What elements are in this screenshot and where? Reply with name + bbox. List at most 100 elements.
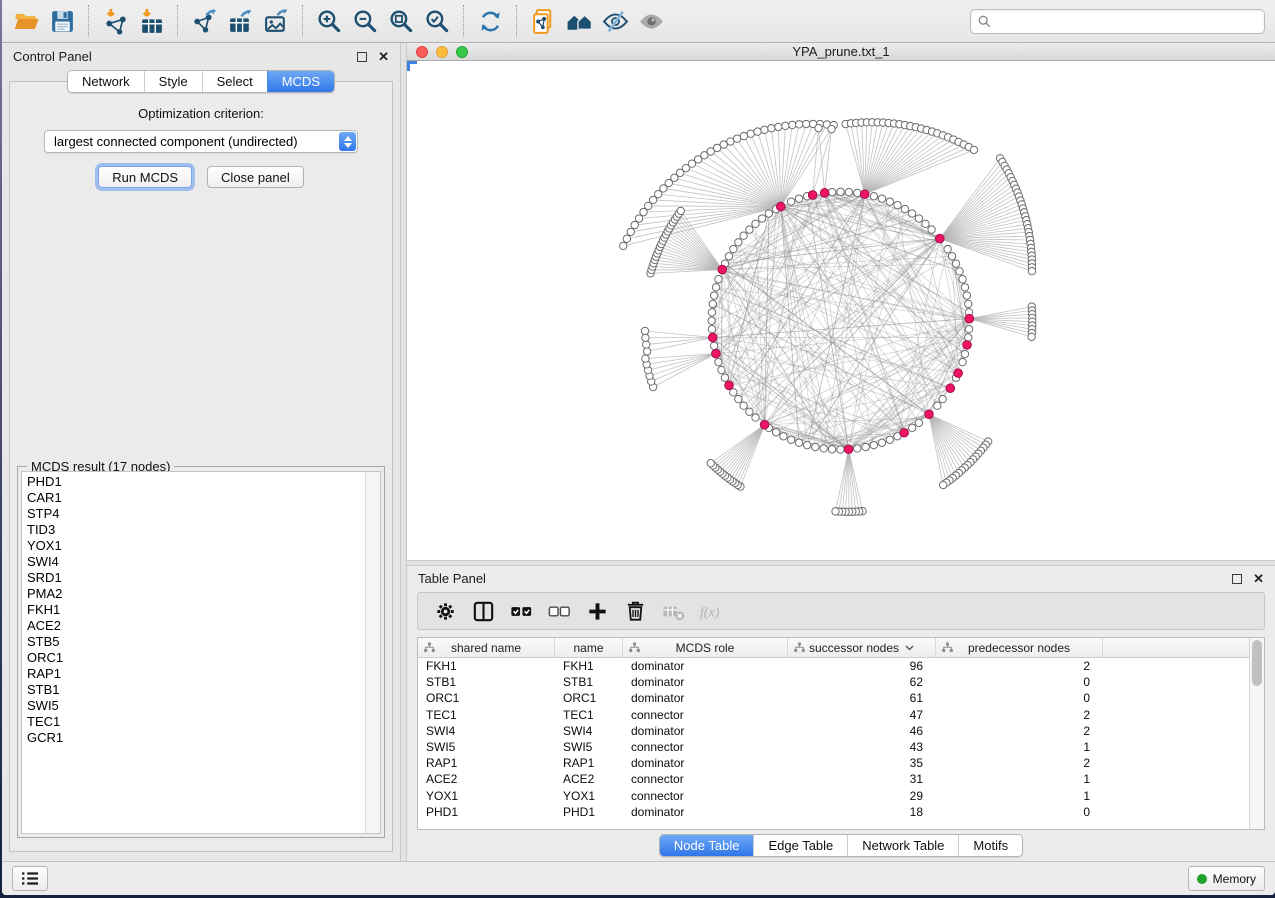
export-network-icon[interactable] [186, 3, 222, 39]
table-row[interactable]: STB1STB1dominator620 [418, 674, 1249, 690]
cell-name[interactable]: ORC1 [555, 691, 623, 705]
cell-shared-name[interactable]: ORC1 [418, 691, 555, 705]
close-table-panel-icon[interactable]: ✕ [1253, 574, 1264, 584]
cell-name[interactable]: ACE2 [555, 772, 623, 786]
cell-MCDS-role[interactable]: connector [623, 740, 788, 754]
window-minimize-button[interactable] [436, 46, 448, 58]
column-header-name[interactable]: name [555, 638, 623, 657]
cell-predecessor-nodes[interactable]: 1 [936, 740, 1103, 754]
tab-select[interactable]: Select [202, 71, 267, 92]
zoom-fit-icon[interactable] [383, 3, 419, 39]
table-scrollbar[interactable] [1249, 638, 1264, 829]
mcds-result-item[interactable]: SWI5 [22, 698, 365, 714]
cell-name[interactable]: YOX1 [555, 789, 623, 803]
mcds-result-list[interactable]: PHD1CAR1STP4TID3YOX1SWI4SRD1PMA2FKH1ACE2… [21, 471, 381, 834]
mcds-result-item[interactable]: STB5 [22, 634, 365, 650]
table-row[interactable]: YOX1YOX1connector291 [418, 788, 1249, 804]
cell-predecessor-nodes[interactable]: 0 [936, 675, 1103, 689]
cell-MCDS-role[interactable]: connector [623, 789, 788, 803]
cell-shared-name[interactable]: RAP1 [418, 756, 555, 770]
mcds-result-item[interactable]: SRD1 [22, 570, 365, 586]
task-history-button[interactable] [12, 866, 48, 891]
cell-successor-nodes[interactable]: 31 [788, 772, 936, 786]
cell-predecessor-nodes[interactable]: 1 [936, 789, 1103, 803]
cell-successor-nodes[interactable]: 62 [788, 675, 936, 689]
cell-successor-nodes[interactable]: 61 [788, 691, 936, 705]
window-maximize-button[interactable] [456, 46, 468, 58]
save-session-icon[interactable] [44, 3, 80, 39]
vertical-splitter[interactable] [400, 43, 407, 861]
cell-predecessor-nodes[interactable]: 2 [936, 708, 1103, 722]
mcds-result-item[interactable]: PHD1 [22, 474, 365, 490]
tab-motifs[interactable]: Motifs [958, 835, 1022, 856]
cell-predecessor-nodes[interactable]: 2 [936, 659, 1103, 673]
column-header-MCDS-role[interactable]: MCDS role [623, 638, 788, 657]
table-row[interactable]: FKH1FKH1dominator962 [418, 658, 1249, 674]
tab-edge-table[interactable]: Edge Table [753, 835, 847, 856]
cell-name[interactable]: SWI5 [555, 740, 623, 754]
column-header-predecessor-nodes[interactable]: predecessor nodes [936, 638, 1103, 657]
tab-style[interactable]: Style [144, 71, 202, 92]
export-image-icon[interactable] [258, 3, 294, 39]
zoom-in-icon[interactable] [311, 3, 347, 39]
mcds-result-item[interactable]: FKH1 [22, 602, 365, 618]
cell-predecessor-nodes[interactable]: 0 [936, 805, 1103, 819]
optimization-criterion-select[interactable]: largest connected component (undirected) [44, 130, 358, 153]
cell-name[interactable]: TEC1 [555, 708, 623, 722]
mcds-result-item[interactable]: STP4 [22, 506, 365, 522]
first-neighbors-icon[interactable] [561, 3, 597, 39]
cell-successor-nodes[interactable]: 46 [788, 724, 936, 738]
cell-successor-nodes[interactable]: 18 [788, 805, 936, 819]
tab-network[interactable]: Network [68, 71, 144, 92]
select-all-icon[interactable] [502, 594, 540, 628]
mcds-result-item[interactable]: ORC1 [22, 650, 365, 666]
mcds-result-item[interactable]: GCR1 [22, 730, 365, 746]
import-network-icon[interactable] [97, 3, 133, 39]
mcds-result-item[interactable]: ACE2 [22, 618, 365, 634]
mcds-result-item[interactable]: TID3 [22, 522, 365, 538]
table-row[interactable]: TEC1TEC1connector472 [418, 707, 1249, 723]
close-panel-button[interactable]: Close panel [207, 166, 304, 188]
mcds-result-item[interactable]: SWI4 [22, 554, 365, 570]
mcds-result-item[interactable]: CAR1 [22, 490, 365, 506]
mcds-result-item[interactable]: PMA2 [22, 586, 365, 602]
hide-selected-icon[interactable] [597, 3, 633, 39]
table-row[interactable]: ACE2ACE2connector311 [418, 771, 1249, 787]
cell-name[interactable]: SWI4 [555, 724, 623, 738]
cell-predecessor-nodes[interactable]: 2 [936, 756, 1103, 770]
cell-predecessor-nodes[interactable]: 2 [936, 724, 1103, 738]
table-row[interactable]: PHD1PHD1dominator180 [418, 804, 1249, 820]
split-panel-icon[interactable] [464, 594, 502, 628]
network-graph[interactable] [407, 61, 1275, 559]
cell-MCDS-role[interactable]: dominator [623, 659, 788, 673]
cell-name[interactable]: RAP1 [555, 756, 623, 770]
network-window-titlebar[interactable]: YPA_prune.txt_1 [407, 43, 1275, 61]
memory-button[interactable]: Memory [1188, 866, 1265, 891]
mcds-list-scrollbar[interactable] [365, 472, 380, 833]
cell-shared-name[interactable]: STB1 [418, 675, 555, 689]
mcds-result-item[interactable]: TEC1 [22, 714, 365, 730]
cell-successor-nodes[interactable]: 47 [788, 708, 936, 722]
table-row[interactable]: SWI4SWI4dominator462 [418, 723, 1249, 739]
cell-successor-nodes[interactable]: 35 [788, 756, 936, 770]
column-header-successor-nodes[interactable]: successor nodes [788, 638, 936, 657]
cell-name[interactable]: PHD1 [555, 805, 623, 819]
zoom-selected-icon[interactable] [419, 3, 455, 39]
cell-MCDS-role[interactable]: connector [623, 708, 788, 722]
cell-MCDS-role[interactable]: dominator [623, 724, 788, 738]
open-file-icon[interactable] [8, 3, 44, 39]
deselect-all-icon[interactable] [540, 594, 578, 628]
export-table-icon[interactable] [222, 3, 258, 39]
search-box[interactable] [970, 9, 1265, 34]
tab-network-table[interactable]: Network Table [847, 835, 958, 856]
close-panel-icon[interactable]: ✕ [378, 52, 389, 62]
mcds-result-item[interactable]: YOX1 [22, 538, 365, 554]
cell-MCDS-role[interactable]: dominator [623, 675, 788, 689]
cell-MCDS-role[interactable]: dominator [623, 756, 788, 770]
cell-shared-name[interactable]: PHD1 [418, 805, 555, 819]
settings-gear-icon[interactable] [426, 594, 464, 628]
table-scrollbar-thumb[interactable] [1252, 640, 1262, 686]
window-close-button[interactable] [416, 46, 428, 58]
show-all-icon[interactable] [633, 3, 669, 39]
export-document-icon[interactable] [525, 3, 561, 39]
